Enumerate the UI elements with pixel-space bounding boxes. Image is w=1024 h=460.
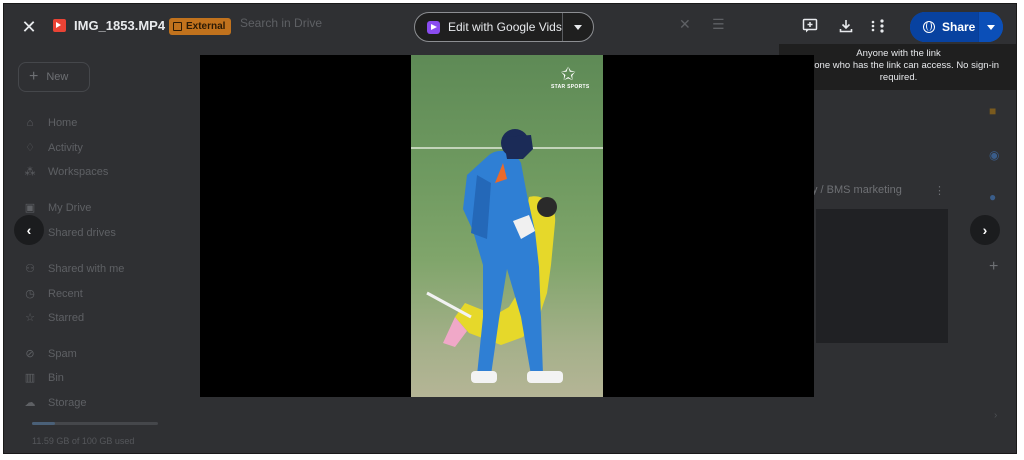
sidebar-item-my-drive[interactable]: ▣ My Drive <box>24 201 92 215</box>
bin-icon: ▥ <box>24 372 36 384</box>
sidebar-item-label: Bin <box>48 371 64 384</box>
more-vert-icon[interactable]: ⋮ <box>934 184 945 197</box>
workspaces-icon: ⁂ <box>24 166 36 178</box>
sidebar-item-label: Home <box>48 117 78 129</box>
chevron-right-icon: › <box>982 222 988 238</box>
previous-file-button[interactable]: ‹ <box>14 215 44 245</box>
keep-icon[interactable]: ■ <box>989 104 996 118</box>
edit-options-dropdown[interactable] <box>563 13 593 41</box>
share-split-button: Share <box>910 12 1003 42</box>
people-icon: ⚇ <box>25 263 35 275</box>
chevron-right-icon[interactable]: › <box>994 410 997 421</box>
clock-icon: ◷ <box>25 288 35 300</box>
download-icon[interactable] <box>835 15 857 37</box>
contacts-icon[interactable]: ● <box>989 190 996 204</box>
bell-icon: ♢ <box>25 142 35 154</box>
cloud-icon: ☁ <box>24 397 36 409</box>
sidebar-item-label: My Drive <box>48 201 92 214</box>
sidebar-item-home[interactable]: ⌂ Home <box>24 117 78 129</box>
drive-video-viewer: Search in Drive ✕ ☰ + New ⌂ Home ♢ Activit… <box>3 3 1017 454</box>
google-vids-icon <box>427 20 440 34</box>
chevron-left-icon: ‹ <box>26 222 32 238</box>
next-file-button[interactable]: › <box>970 215 1000 245</box>
storage-text: 11.59 GB of 100 GB used <box>32 436 135 446</box>
sidebar-item-label: Shared with me <box>48 262 125 275</box>
folder-title[interactable]: y / BMS marketing <box>812 184 902 196</box>
sidebar-item-recent[interactable]: ◷ Recent <box>24 287 83 301</box>
share-tooltip: Anyone with the link Anyone who has the … <box>779 44 1016 90</box>
sidebar-item-label: Shared drives <box>48 226 116 239</box>
share-button[interactable]: Share <box>910 12 979 42</box>
sidebar-item-shared-with-me[interactable]: ⚇ Shared with me <box>24 262 125 276</box>
external-icon <box>173 22 182 31</box>
add-app-icon[interactable]: + <box>989 258 998 276</box>
plus-icon: + <box>29 68 39 85</box>
sidebar-item-bin[interactable]: ▥ Bin <box>24 371 64 385</box>
file-card[interactable] <box>816 209 948 343</box>
more-vert-icon[interactable] <box>871 15 893 37</box>
sidebar-item-label: Activity <box>48 141 83 154</box>
add-comment-icon[interactable] <box>799 15 821 37</box>
video-scene <box>426 129 563 383</box>
share-label: Share <box>942 20 976 34</box>
external-badge: External <box>169 18 232 35</box>
sidebar-item-label: Spam <box>48 347 77 360</box>
close-icon[interactable]: ✕ <box>16 14 42 40</box>
caret-down-icon <box>987 24 995 30</box>
tooltip-title: Anyone with the link <box>856 48 941 59</box>
external-badge-label: External <box>186 21 226 32</box>
edit-with-vids-button[interactable]: Edit with Google Vids <box>415 13 563 41</box>
caret-down-icon <box>574 24 582 30</box>
storage-bar <box>32 422 158 425</box>
sidebar-item-activity[interactable]: ♢ Activity <box>24 141 83 155</box>
edit-with-vids-split-button: Edit with Google Vids <box>414 12 594 42</box>
video-file-icon <box>53 19 66 32</box>
sidebar-item-label: Storage <box>48 396 87 409</box>
drive-icon: ▣ <box>24 202 36 214</box>
new-button[interactable]: + New <box>18 62 90 92</box>
star-icon: ☆ <box>25 312 35 324</box>
clear-search-icon[interactable]: ✕ <box>679 16 691 33</box>
video-frame[interactable]: ✩ STAR SPORTS <box>411 55 603 397</box>
new-button-label: New <box>46 71 69 83</box>
sidebar-item-label: Workspaces <box>48 165 109 178</box>
home-icon: ⌂ <box>26 117 34 129</box>
video-player[interactable]: ✩ STAR SPORTS <box>200 55 814 397</box>
spam-icon: ⊘ <box>25 348 35 360</box>
search-options-icon[interactable]: ☰ <box>712 16 725 33</box>
sidebar-item-workspaces[interactable]: ⁂ Workspaces <box>24 165 109 179</box>
sidebar-item-storage[interactable]: ☁ Storage <box>24 396 87 410</box>
sidebar-item-label: Recent <box>48 287 83 300</box>
tooltip-body: Anyone who has the link can access. No s… <box>797 60 1000 83</box>
sidebar-item-starred[interactable]: ☆ Starred <box>24 311 85 325</box>
globe-icon <box>923 21 935 33</box>
sidebar-item-spam[interactable]: ⊘ Spam <box>24 347 77 361</box>
tasks-icon[interactable]: ◉ <box>989 148 999 162</box>
sidebar-item-label: Starred <box>48 311 85 324</box>
file-name: IMG_1853.MP4 <box>74 18 166 33</box>
edit-with-vids-label: Edit with Google Vids <box>448 20 562 34</box>
